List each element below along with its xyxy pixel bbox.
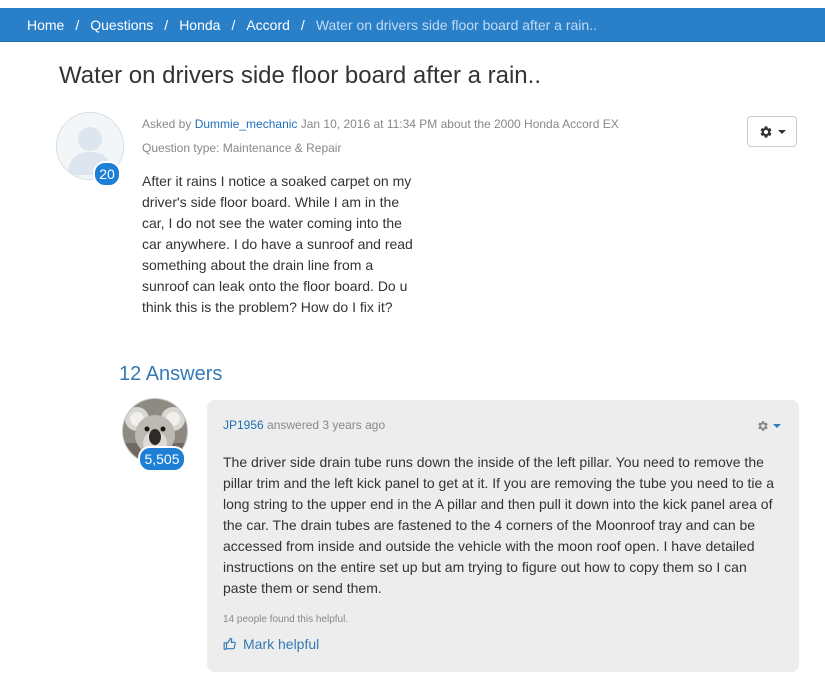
breadcrumb-current: Water on drivers side floor board after … bbox=[315, 16, 597, 33]
page-title: Water on drivers side floor board after … bbox=[59, 62, 541, 89]
breadcrumb-separator: / bbox=[231, 16, 236, 33]
breadcrumb-separator: / bbox=[300, 16, 305, 33]
answer-author-link[interactable]: JP1956 bbox=[223, 418, 264, 432]
breadcrumb-separator: / bbox=[164, 16, 169, 33]
answers-heading: 12 Answers bbox=[119, 363, 223, 385]
answer-meta: JP1956 answered 3 years ago bbox=[223, 418, 385, 432]
breadcrumb-home[interactable]: Home bbox=[27, 17, 64, 33]
question-author-link[interactable]: Dummie_mechanic bbox=[195, 117, 298, 131]
answer-settings-button[interactable] bbox=[757, 420, 781, 432]
question-settings-button[interactable] bbox=[747, 116, 797, 147]
answer-body: The driver side drain tube runs down the… bbox=[223, 454, 774, 596]
caret-down-icon bbox=[777, 129, 786, 134]
asked-by-label: Asked by bbox=[142, 117, 192, 131]
answer-card: JP1956 answered 3 years ago The driver s… bbox=[207, 400, 799, 672]
breadcrumb-separator: / bbox=[75, 16, 80, 33]
thumbs-up-icon bbox=[223, 637, 236, 650]
answer-author-points-badge: 5,505 bbox=[138, 446, 186, 472]
gear-icon bbox=[758, 421, 768, 431]
author-points-badge: 20 bbox=[93, 161, 121, 187]
question-meta: Asked by Dummie_mechanic Jan 10, 2016 at… bbox=[142, 117, 619, 131]
question-date: Jan 10, 2016 at 11:34 PM about the 2000 … bbox=[300, 117, 619, 131]
helpful-count: 14 people found this helpful. bbox=[223, 614, 349, 625]
breadcrumb-accord[interactable]: Accord bbox=[246, 17, 290, 33]
gear-icon bbox=[760, 125, 771, 138]
caret-down-icon bbox=[773, 424, 781, 428]
answer-time: answered 3 years ago bbox=[267, 418, 386, 432]
breadcrumb-questions[interactable]: Questions bbox=[90, 17, 153, 33]
breadcrumb: Home / Questions / Honda / Accord / Wate… bbox=[0, 8, 825, 42]
breadcrumb-honda[interactable]: Honda bbox=[179, 17, 220, 33]
question-type: Question type: Maintenance & Repair bbox=[142, 141, 342, 155]
question-body: After it rains I notice a soaked carpet … bbox=[142, 173, 413, 315]
mark-helpful-button[interactable]: Mark helpful bbox=[223, 636, 319, 652]
mark-helpful-label[interactable]: Mark helpful bbox=[243, 636, 319, 652]
top-strip bbox=[0, 0, 825, 8]
